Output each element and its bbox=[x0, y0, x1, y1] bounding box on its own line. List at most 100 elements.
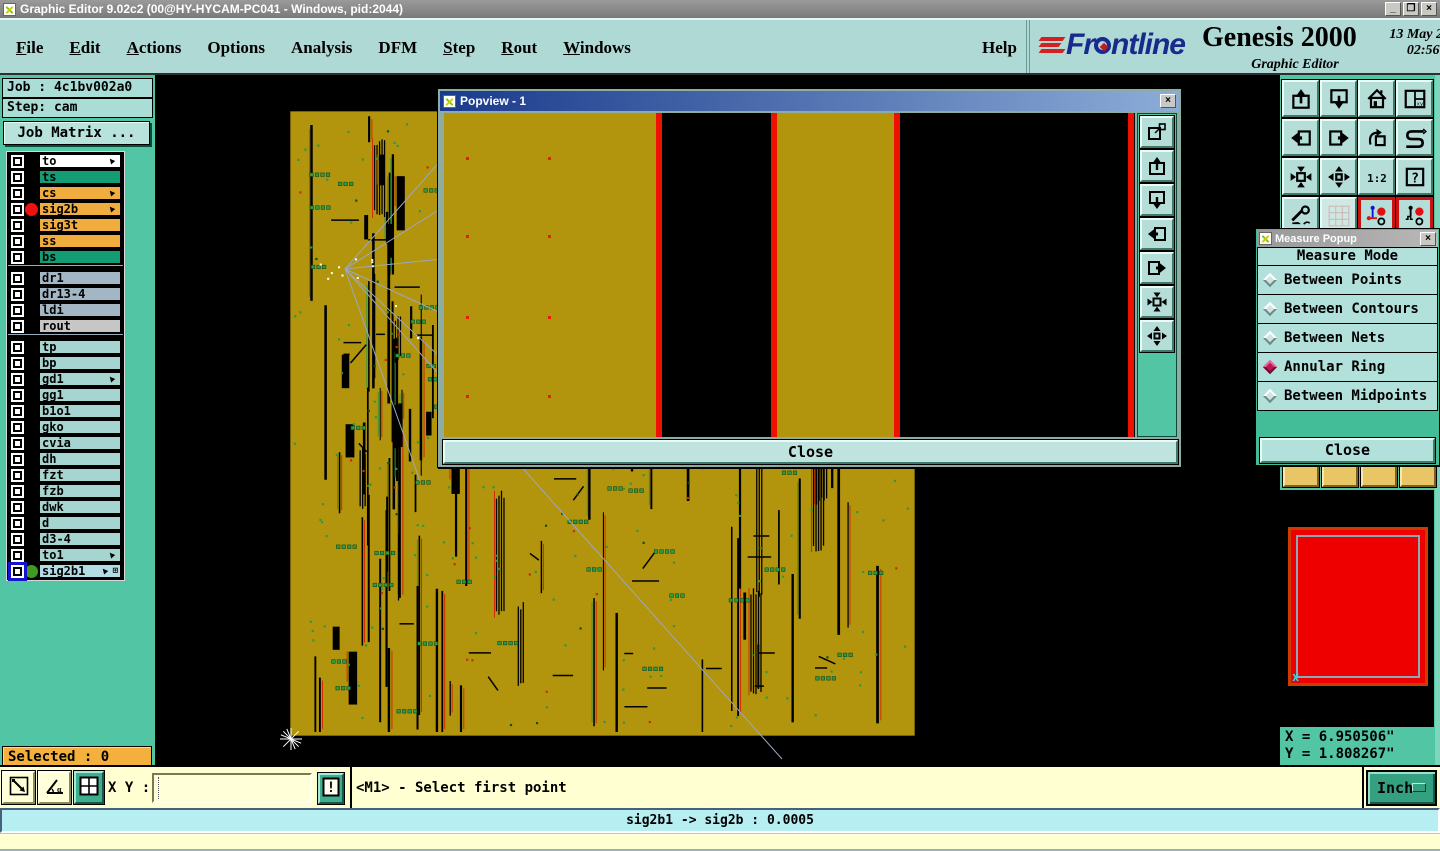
popview-viewport[interactable] bbox=[444, 113, 1135, 437]
home-view-button[interactable] bbox=[1357, 79, 1396, 118]
layer-row-tp[interactable]: tp bbox=[8, 339, 123, 355]
layer-color-bar[interactable]: bp bbox=[39, 356, 121, 370]
layer-color-bar[interactable]: d3-4 bbox=[39, 532, 121, 546]
layer-row-fzt[interactable]: fzt bbox=[8, 467, 123, 483]
layer-row-gd1[interactable]: gd1 bbox=[8, 371, 123, 387]
layer-row-sig3t[interactable]: sig3t bbox=[8, 217, 123, 233]
measure-option-between-contours[interactable]: Between Contours bbox=[1257, 295, 1438, 324]
layer-row-dr1[interactable]: dr1 bbox=[8, 270, 123, 286]
measure-option-between-midpoints[interactable]: Between Midpoints bbox=[1257, 382, 1438, 411]
layer-row-sig2b[interactable]: sig2b bbox=[8, 201, 123, 217]
radio-icon[interactable] bbox=[1262, 388, 1278, 404]
menu-help[interactable]: Help bbox=[982, 38, 1017, 58]
popview-close-button[interactable]: Close bbox=[442, 439, 1179, 465]
layer-checkbox[interactable] bbox=[11, 250, 24, 264]
menu-options[interactable]: Options bbox=[207, 38, 265, 58]
layer-color-bar[interactable]: ldi bbox=[39, 303, 121, 317]
shift-right-button[interactable] bbox=[1319, 118, 1358, 157]
layer-row-d3-4[interactable]: d3-4 bbox=[8, 531, 123, 547]
layer-row-bp[interactable]: bp bbox=[8, 355, 123, 371]
layer-checkbox[interactable] bbox=[11, 319, 24, 333]
layer-checkbox[interactable] bbox=[11, 218, 24, 232]
clone-window-button[interactable] bbox=[1139, 115, 1175, 149]
shift-left-button[interactable] bbox=[1281, 118, 1320, 157]
serpentine-scan-button[interactable] bbox=[1395, 118, 1434, 157]
layer-color-bar[interactable]: sig2b1 ⊞ bbox=[39, 564, 121, 578]
fit-view-button[interactable] bbox=[1281, 157, 1320, 196]
query-button[interactable]: ? bbox=[1395, 157, 1434, 196]
layer-checkbox[interactable] bbox=[11, 356, 24, 370]
popview-titlebar[interactable]: Popview - 1 × bbox=[440, 91, 1179, 111]
layer-checkbox[interactable] bbox=[11, 186, 24, 200]
layer-row-dh[interactable]: dh bbox=[8, 451, 123, 467]
layer-color-bar[interactable]: d bbox=[39, 516, 121, 530]
measure-close-button[interactable]: Close bbox=[1259, 437, 1436, 464]
pan-view-button[interactable] bbox=[1139, 319, 1175, 353]
layer-row-dwk[interactable]: dwk bbox=[8, 499, 123, 515]
menu-analysis[interactable]: Analysis bbox=[291, 38, 352, 58]
layer-row-d[interactable]: d bbox=[8, 515, 123, 531]
layer-color-bar[interactable]: cvia bbox=[39, 436, 121, 450]
layer-checkbox[interactable] bbox=[11, 170, 24, 184]
layer-color-bar[interactable]: to1 bbox=[39, 548, 121, 562]
measure-distance-button[interactable] bbox=[1, 770, 36, 805]
layer-checkbox[interactable] bbox=[11, 452, 24, 466]
layer-checkbox[interactable] bbox=[11, 388, 24, 402]
zoom-out-button[interactable] bbox=[1319, 79, 1358, 118]
layer-color-bar[interactable]: sig3t bbox=[39, 218, 121, 232]
layer-color-bar[interactable]: rout bbox=[39, 319, 121, 333]
menu-step[interactable]: Step bbox=[443, 38, 475, 58]
radio-icon[interactable] bbox=[1262, 330, 1278, 346]
layer-color-bar[interactable]: bs bbox=[39, 250, 121, 264]
measure-option-between-nets[interactable]: Between Nets bbox=[1257, 324, 1438, 353]
menu-actions[interactable]: Actions bbox=[127, 38, 182, 58]
layer-checkbox[interactable] bbox=[11, 287, 24, 301]
layer-color-bar[interactable]: fzt bbox=[39, 468, 121, 482]
layer-checkbox[interactable] bbox=[11, 436, 24, 450]
measure-option-between-points[interactable]: Between Points bbox=[1257, 266, 1438, 295]
layer-color-bar[interactable]: gd1 bbox=[39, 372, 121, 386]
layer-checkbox[interactable] bbox=[11, 532, 24, 546]
layer-color-bar[interactable]: tp bbox=[39, 340, 121, 354]
layer-row-ldi[interactable]: ldi bbox=[8, 302, 123, 318]
layer-row-bs[interactable]: bs bbox=[8, 249, 123, 265]
layer-row-b1o1[interactable]: b1o1 bbox=[8, 403, 123, 419]
layer-color-bar[interactable]: dr13-4 bbox=[39, 287, 121, 301]
radio-icon[interactable] bbox=[1262, 301, 1278, 317]
command-warning-button[interactable]: ! bbox=[317, 772, 345, 805]
menu-dfm[interactable]: DFM bbox=[378, 38, 417, 58]
shift-right-button[interactable] bbox=[1139, 251, 1175, 285]
previous-view-button[interactable] bbox=[1357, 118, 1396, 157]
layer-row-cvia[interactable]: cvia bbox=[8, 435, 123, 451]
job-matrix-button[interactable]: Job Matrix ... bbox=[3, 121, 150, 145]
menu-edit[interactable]: Edit bbox=[69, 38, 100, 58]
close-button[interactable]: × bbox=[1421, 2, 1437, 16]
layer-checkbox[interactable] bbox=[11, 202, 24, 216]
layer-color-bar[interactable]: gko bbox=[39, 420, 121, 434]
zoom-in-button[interactable] bbox=[1281, 79, 1320, 118]
layer-row-cs[interactable]: cs bbox=[8, 185, 123, 201]
split-view-button[interactable]: xy bbox=[1395, 79, 1434, 118]
layer-checkbox[interactable] bbox=[11, 271, 24, 285]
measure-close-icon[interactable]: × bbox=[1420, 231, 1436, 246]
radio-icon[interactable] bbox=[1262, 272, 1278, 288]
minimize-button[interactable]: _ bbox=[1385, 2, 1401, 16]
layer-color-bar[interactable]: fzb bbox=[39, 484, 121, 498]
zoom-in-button[interactable] bbox=[1139, 149, 1175, 183]
layer-color-bar[interactable]: cs bbox=[39, 186, 121, 200]
layer-checkbox[interactable] bbox=[11, 420, 24, 434]
layer-color-bar[interactable]: dr1 bbox=[39, 271, 121, 285]
layer-row-to[interactable]: to bbox=[8, 153, 123, 169]
layer-checkbox[interactable] bbox=[11, 484, 24, 498]
layer-color-bar[interactable]: to bbox=[39, 154, 121, 168]
measure-angle-button[interactable]: α bbox=[37, 770, 72, 805]
pan-view-button[interactable] bbox=[1319, 157, 1358, 196]
layer-checkbox[interactable] bbox=[11, 500, 24, 514]
menu-rout[interactable]: Rout bbox=[501, 38, 537, 58]
radio-selected-icon[interactable] bbox=[1262, 359, 1278, 375]
layer-row-to1[interactable]: to1 bbox=[8, 547, 123, 563]
layer-checkbox[interactable] bbox=[11, 404, 24, 418]
menu-file[interactable]: File bbox=[16, 38, 43, 58]
layer-checkbox[interactable] bbox=[11, 303, 24, 317]
layer-color-bar[interactable]: gg1 bbox=[39, 388, 121, 402]
